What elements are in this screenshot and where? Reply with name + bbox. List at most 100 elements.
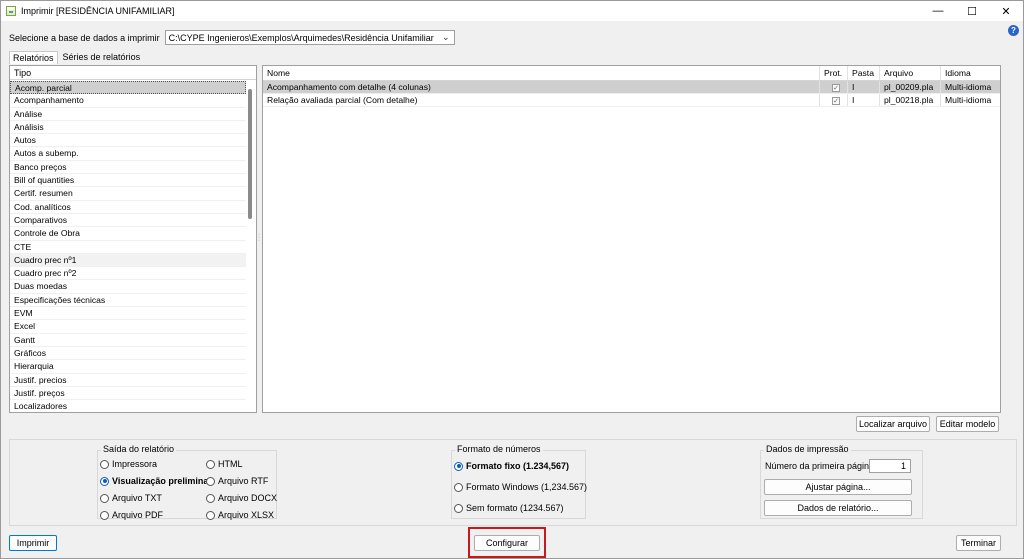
radio-html[interactable]: HTML <box>206 459 243 469</box>
report-folder: I <box>848 94 880 106</box>
radio-icon <box>454 482 463 492</box>
radio-rtf[interactable]: Arquivo RTF <box>206 476 268 486</box>
radio-icon <box>100 493 109 503</box>
help-icon[interactable]: ? <box>1008 25 1019 36</box>
table-row[interactable]: Acompanhamento com detalhe (4 colunas) ✓… <box>263 81 1000 94</box>
chevron-down-icon: ⌄ <box>442 32 450 42</box>
list-item[interactable]: Análise <box>10 108 246 121</box>
list-item[interactable]: Controle de Obra <box>10 227 246 241</box>
protected-checkbox: ✓ <box>820 81 848 93</box>
list-item[interactable]: Localizadores <box>10 400 246 412</box>
column-header-arquivo[interactable]: Arquivo <box>880 66 941 80</box>
radio-impressora[interactable]: Impressora <box>100 459 157 469</box>
type-list-scrollbar[interactable] <box>246 81 254 412</box>
type-list-header: Tipo <box>10 66 256 80</box>
report-language: Multi-idioma <box>945 95 992 105</box>
check-icon: ✓ <box>832 84 840 92</box>
close-icon[interactable]: ✕ <box>989 1 1023 21</box>
radio-sem-formato[interactable]: Sem formato (1234.567) <box>454 503 564 513</box>
radio-visualizacao[interactable]: Visualização preliminar <box>100 476 212 486</box>
list-item[interactable]: Análisis <box>10 121 246 135</box>
radio-formato-windows[interactable]: Formato Windows (1,234.567) <box>454 482 587 492</box>
tab-series-relatorios[interactable]: Séries de relatórios <box>60 51 144 64</box>
column-header-idioma[interactable]: Idioma <box>941 66 999 80</box>
radio-txt[interactable]: Arquivo TXT <box>100 493 162 503</box>
database-path: C:\CYPE Ingenieros\Exemplos\Arquimedes\R… <box>168 32 434 43</box>
radio-docx[interactable]: Arquivo DOCX <box>206 493 277 503</box>
database-selector-row: Selecione a base de dados a imprimir C:\… <box>9 30 455 45</box>
adjust-page-button[interactable]: Ajustar página... <box>764 479 912 495</box>
type-list: Acomp. parcial Acompanhamento Análise An… <box>10 81 246 412</box>
database-select[interactable]: C:\CYPE Ingenieros\Exemplos\Arquimedes\R… <box>164 30 455 45</box>
column-header-prot[interactable]: Prot. <box>820 66 848 80</box>
table-row[interactable]: Relação avaliada parcial (Com detalhe) ✓… <box>263 94 1000 107</box>
protected-checkbox: ✓ <box>820 94 848 106</box>
list-item[interactable]: Gantt <box>10 334 246 347</box>
report-data-button[interactable]: Dados de relatório... <box>764 500 912 516</box>
radio-xlsx[interactable]: Arquivo XLSX <box>206 510 274 520</box>
report-file: pl_00209.pla <box>880 81 941 93</box>
grid-header-row: Nome Prot. Pasta Arquivo Idioma <box>263 66 1000 81</box>
report-file: pl_00218.pla <box>880 94 941 106</box>
minimize-icon[interactable]: — <box>921 1 955 21</box>
list-item[interactable]: Cuadro prec nº1 <box>10 253 246 268</box>
radio-icon <box>206 459 215 469</box>
highlight-frame <box>468 527 546 558</box>
column-header-nome[interactable]: Nome <box>263 66 820 80</box>
type-list-panel: Tipo Acomp. parcial Acompanhamento Análi… <box>9 65 257 413</box>
list-item[interactable]: Bill of quantities <box>10 174 246 188</box>
radio-formato-fixo[interactable]: Formato fixo (1.234,567) <box>454 461 569 471</box>
column-header-pasta[interactable]: Pasta <box>848 66 880 80</box>
report-folder: I <box>848 81 880 93</box>
list-item[interactable]: Acompanhamento <box>10 94 246 108</box>
radio-icon <box>454 461 463 471</box>
window-title: Imprimir [RESIDÊNCIA UNIFAMILIAR] <box>21 6 175 16</box>
print-button[interactable]: Imprimir <box>9 535 57 551</box>
first-page-input[interactable]: 1 <box>869 459 911 473</box>
radio-pdf[interactable]: Arquivo PDF <box>100 510 163 520</box>
radio-icon <box>454 503 463 513</box>
print-data-group: Dados de impressão Número da primeira pá… <box>760 444 923 519</box>
edit-template-button[interactable]: Editar modelo <box>936 416 999 432</box>
list-item[interactable]: Gráficos <box>10 347 246 361</box>
radio-icon <box>100 510 109 520</box>
radio-icon <box>206 476 215 486</box>
list-item[interactable]: Duas moedas <box>10 280 246 294</box>
list-item[interactable]: Justif. precios <box>10 374 246 387</box>
number-format-title: Formato de números <box>455 444 543 454</box>
list-item[interactable]: Acomp. parcial <box>10 81 246 95</box>
print-data-title: Dados de impressão <box>764 444 851 454</box>
scrollbar-thumb[interactable] <box>248 89 252 219</box>
list-item[interactable]: Certif. resumen <box>10 187 246 201</box>
list-item[interactable]: Justif. preços <box>10 387 246 401</box>
reports-grid: Nome Prot. Pasta Arquivo Idioma Acompanh… <box>262 65 1001 413</box>
radio-icon <box>206 510 215 520</box>
finish-button[interactable]: Terminar <box>956 535 1001 551</box>
tab-bar: Relatórios Séries de relatórios <box>9 51 145 64</box>
list-item[interactable]: CTE <box>10 241 246 254</box>
maximize-icon[interactable]: ☐ <box>955 1 989 21</box>
list-item[interactable]: Comparativos <box>10 214 246 228</box>
radio-icon <box>206 493 215 503</box>
list-item[interactable]: Cod. analíticos <box>10 201 246 214</box>
list-item[interactable]: EVM <box>10 307 246 321</box>
app-icon <box>6 6 16 16</box>
tab-relatorios[interactable]: Relatórios <box>9 51 58 64</box>
output-group-title: Saída do relatório <box>101 444 177 454</box>
report-name: Relação avaliada parcial (Com detalhe) <box>263 94 820 106</box>
list-item[interactable]: Banco preços <box>10 161 246 175</box>
database-label: Selecione a base de dados a imprimir <box>9 32 160 43</box>
list-item[interactable]: Autos <box>10 134 246 148</box>
title-bar: Imprimir [RESIDÊNCIA UNIFAMILIAR] — ☐ ✕ <box>1 1 1023 21</box>
radio-icon <box>100 476 109 486</box>
output-group: Saída do relatório Impressora Visualizaç… <box>97 444 277 520</box>
list-item[interactable]: Cuadro prec nº2 <box>10 267 246 281</box>
list-item[interactable]: Hierarquia <box>10 360 246 374</box>
list-item[interactable]: Excel <box>10 320 246 334</box>
list-item[interactable]: Autos a subemp. <box>10 147 246 161</box>
options-area: Saída do relatório Impressora Visualizaç… <box>9 439 1017 526</box>
panel-splitter-handle[interactable]: · · · <box>257 231 261 244</box>
report-name: Acompanhamento com detalhe (4 colunas) <box>263 81 820 93</box>
list-item[interactable]: Especificações técnicas <box>10 294 246 308</box>
locate-file-button[interactable]: Localizar arquivo <box>856 416 930 432</box>
